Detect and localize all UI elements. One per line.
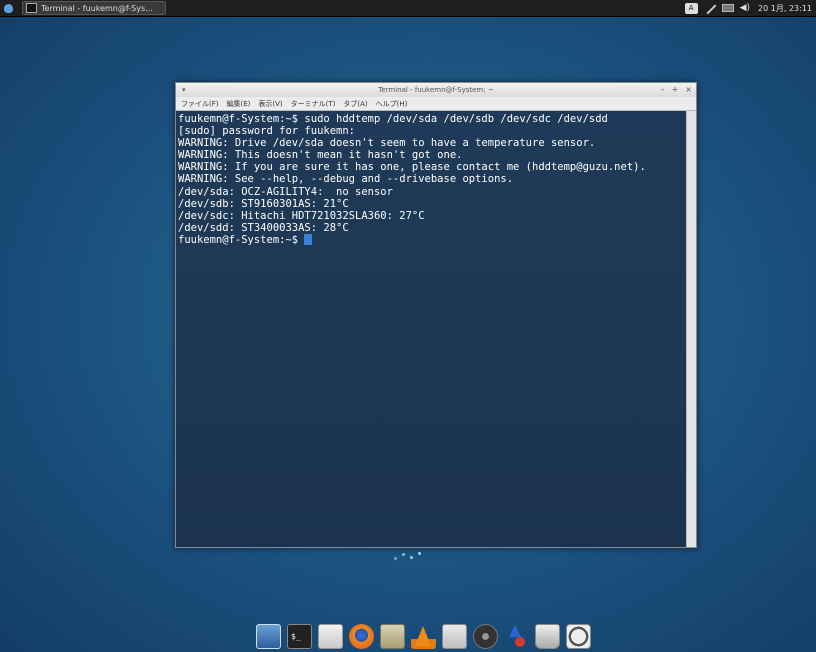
desktop-icon[interactable] bbox=[256, 624, 281, 649]
mail-icon[interactable] bbox=[380, 624, 405, 649]
menu-file[interactable]: ファイル(F) bbox=[181, 99, 219, 109]
terminal-line: WARNING: See --help, --debug and --drive… bbox=[178, 173, 514, 186]
menu-view[interactable]: 表示(V) bbox=[258, 99, 282, 109]
keyboard-layout-icon[interactable]: A bbox=[684, 2, 698, 14]
terminal-line: /dev/sdb: ST9160301AS: 21°C bbox=[178, 197, 349, 210]
terminal-area[interactable]: fuukemn@f-System:~$ sudo hddtemp /dev/sd… bbox=[176, 111, 687, 547]
taskbar-button-label: Terminal - fuukemn@f-Sys... bbox=[41, 3, 153, 13]
terminal-window: ▾ Terminal - fuukemn@f-System: ~ – + × フ… bbox=[175, 82, 697, 548]
trash-icon[interactable] bbox=[535, 624, 560, 649]
terminal-prompt-line: fuukemn@f-System:~$ bbox=[178, 233, 685, 246]
terminal-icon bbox=[26, 3, 37, 13]
terminal-scrollbar[interactable] bbox=[686, 111, 696, 547]
terminal-line: /dev/sda: OCZ-AGILITY4: no sensor bbox=[178, 185, 393, 198]
terminal-line: fuukemn@f-System:~$ sudo hddtemp /dev/sd… bbox=[178, 113, 608, 125]
terminal-prompt: fuukemn@f-System:~$ bbox=[178, 233, 305, 246]
vlc-icon[interactable] bbox=[411, 624, 436, 649]
system-tray: A ◀) 20 1月, 23:11 bbox=[684, 0, 816, 16]
window-titlebar[interactable]: ▾ Terminal - fuukemn@f-System: ~ – + × bbox=[176, 83, 696, 97]
menu-edit[interactable]: 編集(E) bbox=[227, 99, 251, 109]
terminal-line: /dev/sdd: ST3400033AS: 28°C bbox=[178, 221, 349, 234]
window-title: Terminal - fuukemn@f-System: ~ bbox=[378, 86, 494, 94]
applications-menu-button[interactable] bbox=[0, 0, 16, 16]
taskbar-button-terminal[interactable]: Terminal - fuukemn@f-Sys... bbox=[22, 1, 166, 15]
terminal-line: [sudo] password for fuukemn: bbox=[178, 125, 356, 138]
battery-icon[interactable] bbox=[721, 4, 734, 12]
terminal-line: WARNING: If you are sure it has one, ple… bbox=[178, 161, 646, 174]
terminal-output: fuukemn@f-System:~$ sudo hddtemp /dev/sd… bbox=[176, 111, 687, 248]
terminal-line: WARNING: This doesn't mean it hasn't got… bbox=[178, 149, 463, 162]
menu-help[interactable]: ヘルプ(H) bbox=[376, 99, 408, 109]
close-icon[interactable]: × bbox=[685, 83, 692, 97]
maximize-icon[interactable]: + bbox=[672, 83, 679, 97]
volume-icon[interactable]: ◀) bbox=[740, 3, 750, 14]
loading-spinner-icon bbox=[394, 552, 424, 564]
pen-icon[interactable] bbox=[703, 1, 716, 15]
menu-terminal[interactable]: ターミナル(T) bbox=[291, 99, 336, 109]
dock: $_ bbox=[256, 624, 591, 650]
menu-tabs[interactable]: タブ(A) bbox=[343, 99, 367, 109]
file-manager-icon[interactable] bbox=[318, 624, 343, 649]
top-panel: Terminal - fuukemn@f-Sys... A ◀) 20 1月, … bbox=[0, 0, 816, 17]
terminal-cursor bbox=[304, 233, 313, 245]
firefox-icon[interactable] bbox=[349, 624, 374, 649]
clock[interactable]: 20 1月, 23:11 bbox=[758, 3, 812, 14]
menubar: ファイル(F) 編集(E) 表示(V) ターミナル(T) タブ(A) ヘルプ(H… bbox=[176, 97, 696, 111]
window-controls: – + × bbox=[661, 83, 692, 97]
window-menu-icon[interactable]: ▾ bbox=[182, 83, 186, 97]
mixer-icon[interactable] bbox=[442, 624, 467, 649]
terminal-line: WARNING: Drive /dev/sda doesn't seem to … bbox=[178, 137, 596, 150]
minimize-icon[interactable]: – bbox=[661, 83, 665, 97]
power-icon[interactable] bbox=[566, 624, 591, 649]
terminal-line: /dev/sdc: Hitachi HDT721032SLA360: 27°C bbox=[178, 209, 425, 222]
terminal-icon[interactable]: $_ bbox=[287, 624, 312, 649]
disc-icon[interactable] bbox=[473, 624, 498, 649]
arrows-icon[interactable] bbox=[504, 624, 529, 649]
xfce-mouse-icon bbox=[3, 3, 13, 13]
